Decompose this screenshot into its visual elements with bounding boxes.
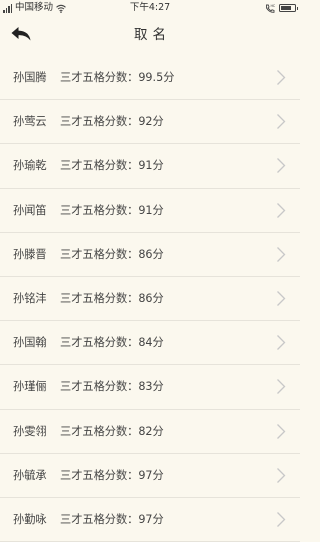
name-label: 孙国腾 <box>13 71 47 84</box>
svg-text:HD: HD <box>271 4 276 8</box>
nav-bar: 取名 <box>0 16 300 54</box>
chevron-right-icon <box>277 379 286 395</box>
list-item-text: 孙莺云 三才五格分数：92分 <box>13 100 164 143</box>
battery-icon <box>279 4 298 12</box>
list-item[interactable]: 孙闻笛 三才五格分数：91分 <box>0 189 300 233</box>
list-item[interactable]: 孙瑜乾 三才五格分数：91分 <box>0 144 300 189</box>
score-label: 三才五格分数：86分 <box>60 247 164 261</box>
score-label: 三才五格分数：99.5分 <box>60 71 175 84</box>
score-label: 三才五格分数：86分 <box>60 291 164 305</box>
list-item-text: 孙闻笛 三才五格分数：91分 <box>13 189 164 232</box>
chevron-right-icon <box>277 70 286 85</box>
chevron-right-icon <box>277 246 286 262</box>
name-label: 孙国翰 <box>13 336 47 350</box>
chevron-right-icon <box>277 423 286 439</box>
score-label: 三才五格分数：83分 <box>60 380 164 394</box>
list-item-text: 孙瑾俪 三才五格分数：83分 <box>13 365 164 408</box>
battery-level-fill <box>281 6 292 10</box>
name-label: 孙闻笛 <box>13 203 47 217</box>
list-item-text: 孙滕晋 三才五格分数：86分 <box>13 233 164 276</box>
name-label: 孙勤咏 <box>13 512 47 526</box>
list-item[interactable]: 孙国翰 三才五格分数：84分 <box>0 321 300 366</box>
score-label: 三才五格分数：82分 <box>60 424 164 438</box>
list-item[interactable]: 孙国腾 三才五格分数：99.5分 <box>0 56 300 101</box>
list-item[interactable]: 孙铭沣 三才五格分数：86分 <box>0 277 300 322</box>
score-label: 三才五格分数：92分 <box>60 115 164 129</box>
list-item[interactable]: 孙滕晋 三才五格分数：86分 <box>0 233 300 277</box>
name-label: 孙瑾俪 <box>13 380 47 394</box>
score-label: 三才五格分数：91分 <box>60 159 164 173</box>
score-label: 三才五格分数：97分 <box>60 468 164 482</box>
list-item-text: 孙铭沣 三才五格分数：86分 <box>13 277 164 320</box>
list-item[interactable]: 孙瑾俪 三才五格分数：83分 <box>0 365 300 410</box>
chevron-right-icon <box>277 202 286 218</box>
score-label: 三才五格分数：91分 <box>60 203 164 217</box>
name-label: 孙滕晋 <box>13 247 47 261</box>
list-item-text: 孙雯翎 三才五格分数：82分 <box>13 410 164 453</box>
list-item[interactable]: 孙雯翎 三才五格分数：82分 <box>0 410 300 454</box>
list-item-text: 孙毓承 三才五格分数：97分 <box>13 454 164 497</box>
name-list: 孙国腾 三才五格分数：99.5分 孙莺云 三才五格分数：92分 孙瑜乾 三才五格分数：… <box>0 56 300 542</box>
name-label: 孙毓承 <box>13 468 47 482</box>
status-right: HD <box>265 0 298 16</box>
list-item-text: 孙国翰 三才五格分数：84分 <box>13 321 164 364</box>
chevron-right-icon <box>277 511 286 527</box>
name-label: 孙瑜乾 <box>13 159 47 173</box>
list-item-text: 孙国腾 三才五格分数：99.5分 <box>13 56 174 99</box>
score-label: 三才五格分数：97分 <box>60 512 164 526</box>
chevron-right-icon <box>277 335 286 351</box>
page-title: 取名 <box>134 27 171 43</box>
score-label: 三才五格分数：84分 <box>60 336 164 350</box>
name-label: 孙雯翎 <box>13 424 47 438</box>
list-item[interactable]: 孙莺云 三才五格分数：92分 <box>0 100 300 145</box>
list-item[interactable]: 孙勤咏 三才五格分数：97分 <box>0 498 300 542</box>
list-item-text: 孙勤咏 三才五格分数：97分 <box>13 498 164 541</box>
chevron-right-icon <box>277 114 286 130</box>
chevron-right-icon <box>277 290 286 306</box>
name-label: 孙铭沣 <box>13 291 47 305</box>
phone-icon: HD <box>266 4 276 13</box>
list-item-text: 孙瑜乾 三才五格分数：91分 <box>13 144 164 187</box>
status-time: 下午4:27 <box>129 2 171 13</box>
chevron-right-icon <box>277 158 286 174</box>
status-bar: 中国移动 下午4:27 HD <box>0 0 300 16</box>
name-label: 孙莺云 <box>13 115 47 129</box>
list-item[interactable]: 孙毓承 三才五格分数：97分 <box>0 454 300 498</box>
chevron-right-icon <box>277 467 286 483</box>
